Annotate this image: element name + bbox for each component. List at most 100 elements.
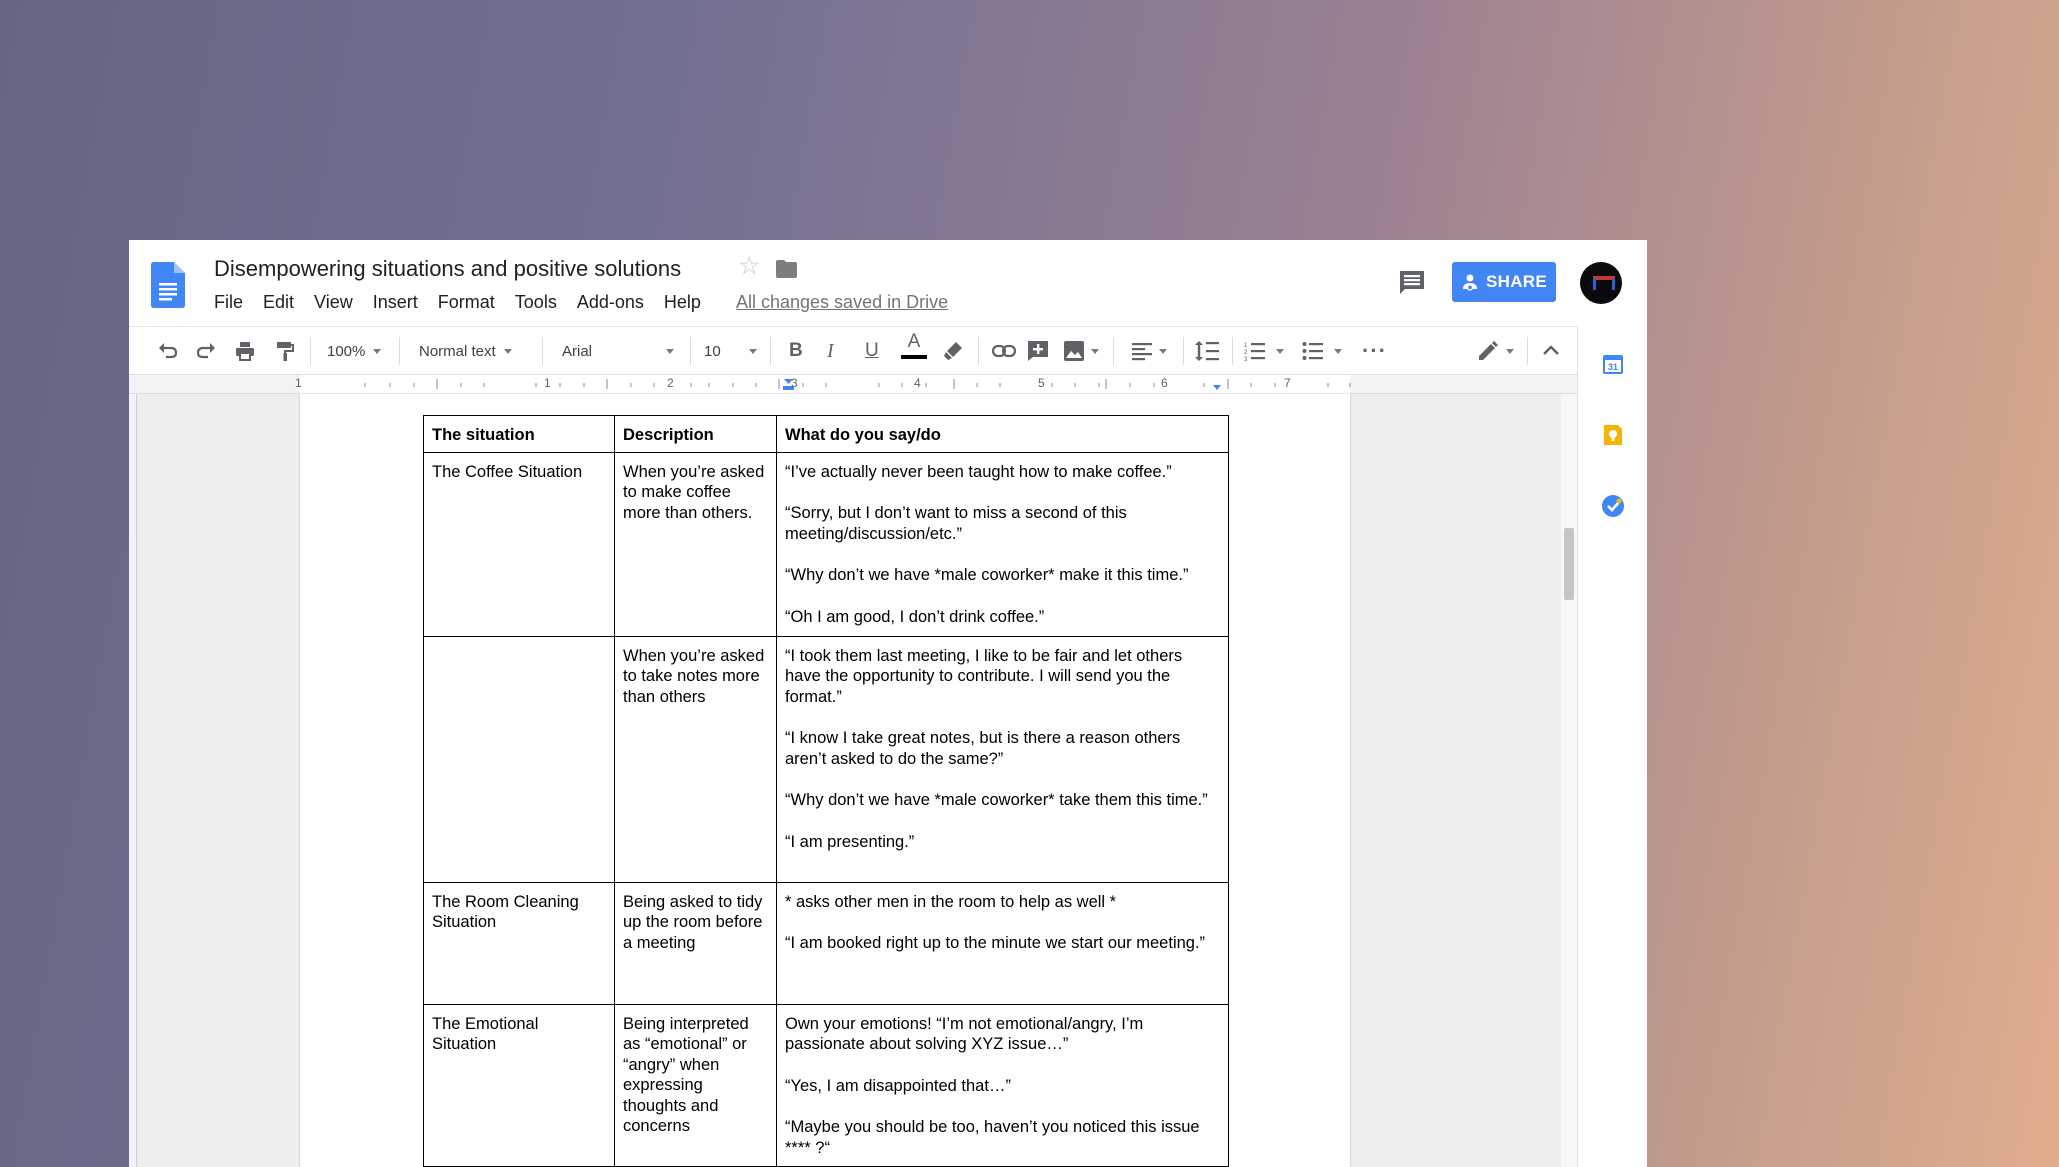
response-cell[interactable]: “I’ve actually never been taught how to …	[776, 451, 1229, 637]
svg-text:1: 1	[1244, 343, 1248, 349]
table-row: The Emotional Situation Being interprete…	[423, 1003, 1229, 1167]
menu-file[interactable]: File	[214, 292, 243, 313]
table-header[interactable]: Description	[614, 415, 777, 453]
table-header[interactable]: The situation	[423, 415, 615, 453]
situations-table[interactable]: The situation Description What do you sa…	[423, 415, 1229, 1167]
menu-addons[interactable]: Add-ons	[577, 292, 644, 313]
description-cell[interactable]: When you’re asked to make coffee more th…	[614, 451, 777, 637]
redo-icon	[196, 343, 215, 359]
docs-logo-icon[interactable]	[151, 262, 185, 308]
situation-cell[interactable]: The Room Cleaning Situation	[423, 881, 615, 1005]
bulleted-list-icon	[1302, 342, 1323, 360]
editing-mode-button[interactable]	[1477, 337, 1514, 365]
style-dropdown[interactable]: Normal text	[419, 337, 512, 365]
vertical-ruler[interactable]	[129, 394, 137, 1167]
insert-image-button[interactable]	[1063, 337, 1099, 365]
bulleted-list-button[interactable]	[1302, 337, 1342, 365]
right-indent-marker[interactable]	[1213, 385, 1221, 390]
tasks-icon[interactable]	[1601, 494, 1625, 518]
menu-insert[interactable]: Insert	[373, 292, 418, 313]
print-button[interactable]	[234, 337, 256, 365]
ruler-number: 1	[295, 376, 302, 390]
description-cell[interactable]: Being asked to tidy up the room before a…	[614, 881, 777, 1005]
keep-icon[interactable]	[1601, 423, 1625, 447]
ruler-number: 2	[667, 376, 674, 390]
menu-format[interactable]: Format	[438, 292, 495, 313]
numbered-list-icon: 123	[1244, 343, 1265, 362]
toolbar-separator	[978, 337, 979, 365]
share-label: SHARE	[1485, 272, 1547, 291]
style-value: Normal text	[419, 342, 496, 360]
toolbar-separator	[1113, 337, 1114, 365]
description-cell[interactable]: Being interpreted as “emotional” or “ang…	[614, 1003, 777, 1167]
response-text: * asks other men in the room to help as …	[785, 892, 1117, 911]
menu-view[interactable]: View	[314, 292, 353, 313]
response-cell[interactable]: Own your emotions! “I’m not emotional/an…	[776, 1003, 1229, 1167]
menu-help[interactable]: Help	[664, 292, 701, 313]
ruler-number: 4	[914, 376, 921, 390]
text-color-button[interactable]: A	[901, 331, 927, 367]
redo-button[interactable]	[195, 337, 217, 365]
toolbar-separator	[770, 337, 771, 365]
highlight-icon	[944, 342, 962, 360]
hide-menus-button[interactable]	[1541, 337, 1561, 365]
situation-cell[interactable]: The Emotional Situation	[423, 1003, 615, 1167]
chevron-down-icon	[1334, 348, 1342, 354]
zoom-dropdown[interactable]: 100%	[327, 337, 381, 365]
svg-text:3: 3	[1244, 357, 1248, 362]
chevron-up-icon	[1543, 345, 1559, 355]
menu-edit[interactable]: Edit	[263, 292, 294, 313]
paint-format-button[interactable]	[274, 337, 296, 365]
add-comment-button[interactable]	[1027, 337, 1049, 365]
highlight-button[interactable]	[942, 337, 964, 365]
save-status[interactable]: All changes saved in Drive	[736, 292, 948, 313]
undo-button[interactable]	[157, 337, 179, 365]
header: Disempowering situations and positive so…	[129, 240, 1647, 326]
response-text: “Yes, I am disappointed that…”	[785, 1076, 1011, 1095]
svg-text:2: 2	[1244, 350, 1248, 356]
line-spacing-button[interactable]	[1194, 337, 1220, 365]
comment-icon[interactable]	[1399, 270, 1425, 296]
table-row: The Room Cleaning Situation Being asked …	[423, 881, 1229, 1005]
underline-button[interactable]: U	[865, 337, 879, 365]
bold-button[interactable]: B	[789, 337, 803, 365]
calendar-icon[interactable]: 31	[1601, 352, 1625, 376]
vertical-scrollbar[interactable]	[1561, 394, 1577, 1167]
text-color-swatch	[901, 355, 927, 359]
menu-tools[interactable]: Tools	[515, 292, 557, 313]
response-text: “I know I take great notes, but is there…	[785, 729, 1181, 768]
toolbar-separator	[1527, 337, 1528, 365]
ruler-number: 5	[1038, 376, 1045, 390]
situation-cell[interactable]	[423, 635, 615, 883]
italic-button[interactable]: I	[827, 337, 834, 365]
link-button[interactable]	[991, 337, 1017, 365]
table-header-row: The situation Description What do you sa…	[423, 415, 1229, 453]
toolbar-separator	[1232, 337, 1233, 365]
share-button[interactable]: SHARE	[1452, 262, 1556, 302]
document-page[interactable]: The situation Description What do you sa…	[300, 394, 1350, 1167]
response-text: “I’ve actually never been taught how to …	[785, 462, 1172, 481]
horizontal-ruler[interactable]: 1 1 2 3 4 5 6 7	[129, 374, 1577, 394]
document-title[interactable]: Disempowering situations and positive so…	[214, 256, 681, 282]
folder-icon[interactable]	[776, 260, 797, 278]
align-button[interactable]	[1131, 337, 1167, 365]
text-color-label: A	[907, 331, 921, 352]
avatar[interactable]	[1580, 262, 1622, 304]
table-header[interactable]: What do you say/do	[776, 415, 1229, 453]
response-cell[interactable]: * asks other men in the room to help as …	[776, 881, 1229, 1005]
response-cell[interactable]: “I took them last meeting, I like to be …	[776, 635, 1229, 883]
toolbar-separator	[690, 337, 691, 365]
star-icon[interactable]: ☆	[738, 254, 760, 279]
more-icon[interactable]: ···	[1362, 337, 1387, 365]
situation-cell[interactable]: The Coffee Situation	[423, 451, 615, 637]
numbered-list-button[interactable]: 123	[1244, 337, 1284, 365]
font-value: Arial	[562, 342, 593, 360]
image-icon	[1064, 341, 1084, 361]
response-text: “I am presenting.”	[785, 832, 915, 851]
toolbar-separator	[1183, 337, 1184, 365]
undo-icon	[159, 343, 178, 359]
scrollbar-thumb[interactable]	[1564, 528, 1574, 600]
font-size-dropdown[interactable]: 10	[704, 337, 757, 365]
font-dropdown[interactable]: Arial	[562, 337, 674, 365]
description-cell[interactable]: When you’re asked to take notes more tha…	[614, 635, 777, 883]
